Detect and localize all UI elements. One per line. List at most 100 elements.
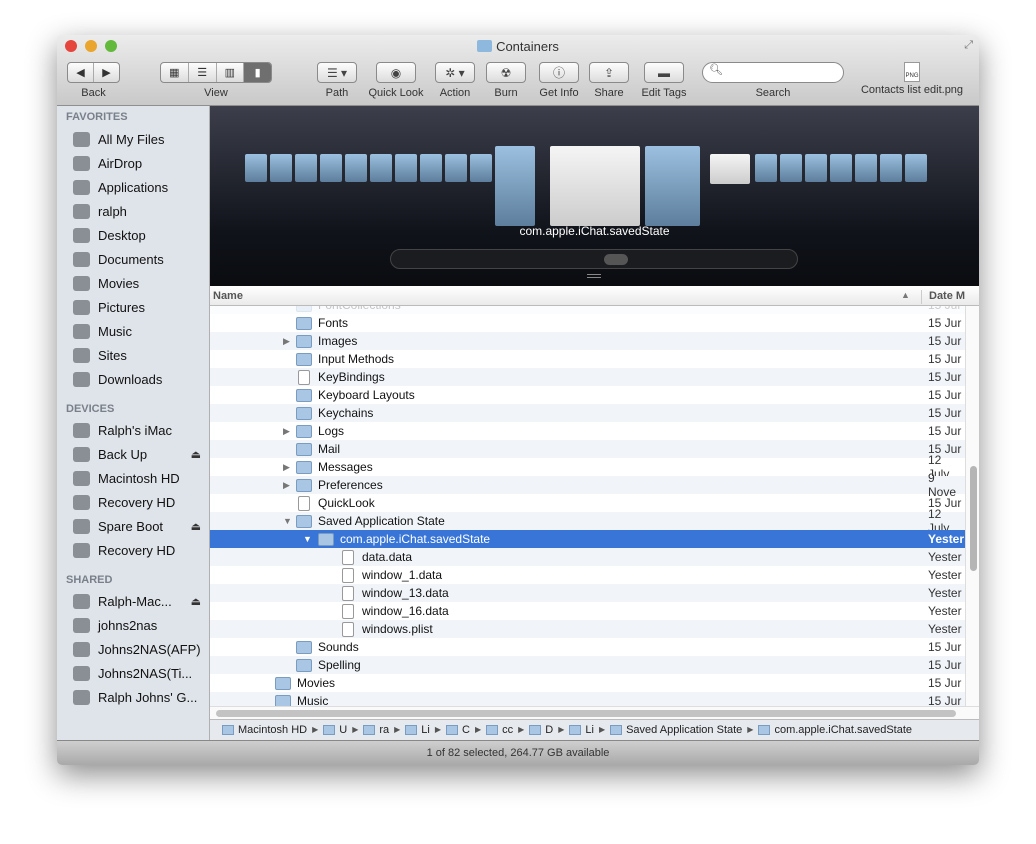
sidebar-item[interactable]: Macintosh HD — [73, 467, 207, 489]
coverflow-item[interactable] — [395, 154, 417, 182]
path-icon[interactable]: ☰ ▾ — [317, 62, 357, 83]
get-info-button[interactable]: ⓘ Get Info — [535, 62, 583, 99]
sidebar-item[interactable]: Back Up ⏏ — [73, 443, 207, 465]
hscroll-thumb[interactable] — [216, 710, 956, 717]
sidebar-item[interactable]: Recovery HD — [73, 491, 207, 513]
quick-look-button[interactable]: ◉ Quick Look — [363, 62, 429, 99]
view-control[interactable]: ▦ ☰ ▥ ▮ View — [160, 62, 272, 99]
list-row[interactable]: Input Methods 15 Jur — [210, 350, 965, 368]
sidebar-item[interactable]: Johns2NAS(Ti... — [73, 662, 207, 684]
gear-icon[interactable]: ✲ ▾ — [435, 62, 475, 83]
eject-icon[interactable]: ⏏ — [191, 595, 201, 608]
sidebar-item[interactable]: Movies — [73, 272, 207, 294]
burn-icon[interactable]: ☢ — [486, 62, 526, 83]
disclosure-triangle-icon[interactable]: ▼ — [303, 534, 312, 544]
list-row[interactable]: windows.plist Yester — [210, 620, 965, 638]
path-segment[interactable]: U — [323, 724, 347, 736]
list-row[interactable]: Mail 15 Jur — [210, 440, 965, 458]
coverflow-item[interactable] — [645, 146, 700, 226]
list-row[interactable]: ▶ Images 15 Jur — [210, 332, 965, 350]
path-button[interactable]: ☰ ▾ Path — [312, 62, 362, 99]
column-view-icon[interactable]: ▥ — [217, 63, 245, 82]
coverflow-item[interactable] — [710, 154, 750, 184]
list-row-selected[interactable]: ▼ com.apple.iChat.savedState Yester — [210, 530, 965, 548]
sidebar-item[interactable]: Desktop — [73, 224, 207, 246]
sidebar-item[interactable]: johns2nas — [73, 614, 207, 636]
back-arrow-icon[interactable]: ◀ — [68, 63, 94, 82]
info-icon[interactable]: ⓘ — [539, 62, 579, 83]
toolbar-file-item[interactable]: PNG Contacts list edit.png — [852, 62, 972, 96]
sidebar-item[interactable]: Spare Boot ⏏ — [73, 515, 207, 537]
sidebar-item[interactable]: ralph — [73, 200, 207, 222]
eject-icon[interactable]: ⏏ — [191, 520, 201, 533]
coverflow-scroll-knob[interactable] — [604, 254, 628, 265]
list-row[interactable]: ▼ Saved Application State 12 July — [210, 507, 965, 535]
list-row[interactable]: Movies 15 Jur — [210, 674, 965, 692]
sidebar-item[interactable]: Ralph's iMac — [73, 419, 207, 441]
path-segment[interactable]: Li — [569, 724, 594, 736]
coverflow-item[interactable] — [270, 154, 292, 182]
list-row[interactable]: Keychains 15 Jur — [210, 404, 965, 422]
path-segment[interactable]: Saved Application State — [610, 724, 742, 736]
disclosure-triangle-icon[interactable]: ▼ — [283, 516, 292, 526]
action-button[interactable]: ✲ ▾ Action — [433, 62, 477, 99]
disclosure-triangle-icon[interactable]: ▶ — [283, 336, 290, 347]
burn-button[interactable]: ☢ Burn — [485, 62, 527, 99]
icon-view-icon[interactable]: ▦ — [161, 63, 189, 82]
coverflow-item[interactable] — [470, 154, 492, 182]
coverflow-item[interactable] — [320, 154, 342, 182]
sidebar-item[interactable]: Johns2NAS(AFP) — [73, 638, 207, 660]
coverflow-item[interactable] — [495, 146, 535, 226]
coverflow-item[interactable] — [830, 154, 852, 182]
resize-handle[interactable] — [587, 274, 601, 278]
column-header-date[interactable]: Date M — [921, 290, 965, 304]
coverflow-item[interactable] — [905, 154, 927, 182]
path-segment[interactable]: D — [529, 724, 553, 736]
path-segment[interactable]: cc — [486, 724, 513, 736]
list-row[interactable]: window_13.data Yester — [210, 584, 965, 602]
list-row[interactable]: Fonts 15 Jur — [210, 314, 965, 332]
sidebar-item[interactable]: Ralph-Mac... ⏏ — [73, 590, 207, 612]
coverflow-item[interactable] — [855, 154, 877, 182]
list-row[interactable]: ▶ Messages 12 July — [210, 453, 965, 481]
coverflow-item[interactable] — [420, 154, 442, 182]
list-row[interactable]: window_1.data Yester — [210, 566, 965, 584]
share-button[interactable]: ⇪ Share — [587, 62, 631, 99]
list-view-icon[interactable]: ☰ — [189, 63, 217, 82]
coverflow-scrollbar[interactable] — [390, 249, 798, 269]
coverflow-item[interactable] — [345, 154, 367, 182]
eject-icon[interactable]: ⏏ — [191, 448, 201, 461]
coverflow-item[interactable] — [550, 146, 640, 226]
coverflow-item[interactable] — [370, 154, 392, 182]
sidebar-item[interactable]: AirDrop — [73, 152, 207, 174]
list-row[interactable]: ▶ Preferences 9 Nove — [210, 471, 965, 499]
horizontal-scrollbar[interactable] — [210, 706, 979, 719]
eye-icon[interactable]: ◉ — [376, 62, 416, 83]
sidebar-item[interactable]: Music — [73, 320, 207, 342]
list-row[interactable]: Spelling 15 Jur — [210, 656, 965, 674]
search-control[interactable]: 🔍︎ Search — [701, 62, 845, 99]
disclosure-triangle-icon[interactable]: ▶ — [283, 480, 290, 491]
disclosure-triangle-icon[interactable]: ▶ — [283, 462, 290, 473]
sidebar-item[interactable]: Applications — [73, 176, 207, 198]
cover-flow[interactable]: com.apple.iChat.savedState — [210, 106, 979, 286]
fullscreen-icon[interactable]: ⤢ — [964, 39, 973, 52]
edit-tags-button[interactable]: ▬ Edit Tags — [637, 62, 691, 99]
coverflow-item[interactable] — [780, 154, 802, 182]
tag-icon[interactable]: ▬ — [644, 62, 684, 83]
list-row[interactable]: Music 15 Jur — [210, 692, 965, 706]
path-segment[interactable]: Macintosh HD — [222, 724, 307, 736]
coverflow-item[interactable] — [245, 154, 267, 182]
coverflow-item[interactable] — [295, 154, 317, 182]
path-segment[interactable]: com.apple.iChat.savedState — [758, 724, 912, 736]
sidebar-item[interactable]: All My Files — [73, 128, 207, 150]
disclosure-triangle-icon[interactable]: ▶ — [283, 426, 290, 437]
path-segment[interactable]: Li — [405, 724, 430, 736]
coverflow-item[interactable] — [755, 154, 777, 182]
coverflow-item[interactable] — [805, 154, 827, 182]
sidebar-item[interactable]: Downloads — [73, 368, 207, 390]
search-input[interactable]: 🔍︎ — [702, 62, 844, 83]
path-segment[interactable]: ra — [363, 724, 389, 736]
coverflow-view-icon[interactable]: ▮ — [244, 63, 271, 82]
share-icon[interactable]: ⇪ — [589, 62, 629, 83]
